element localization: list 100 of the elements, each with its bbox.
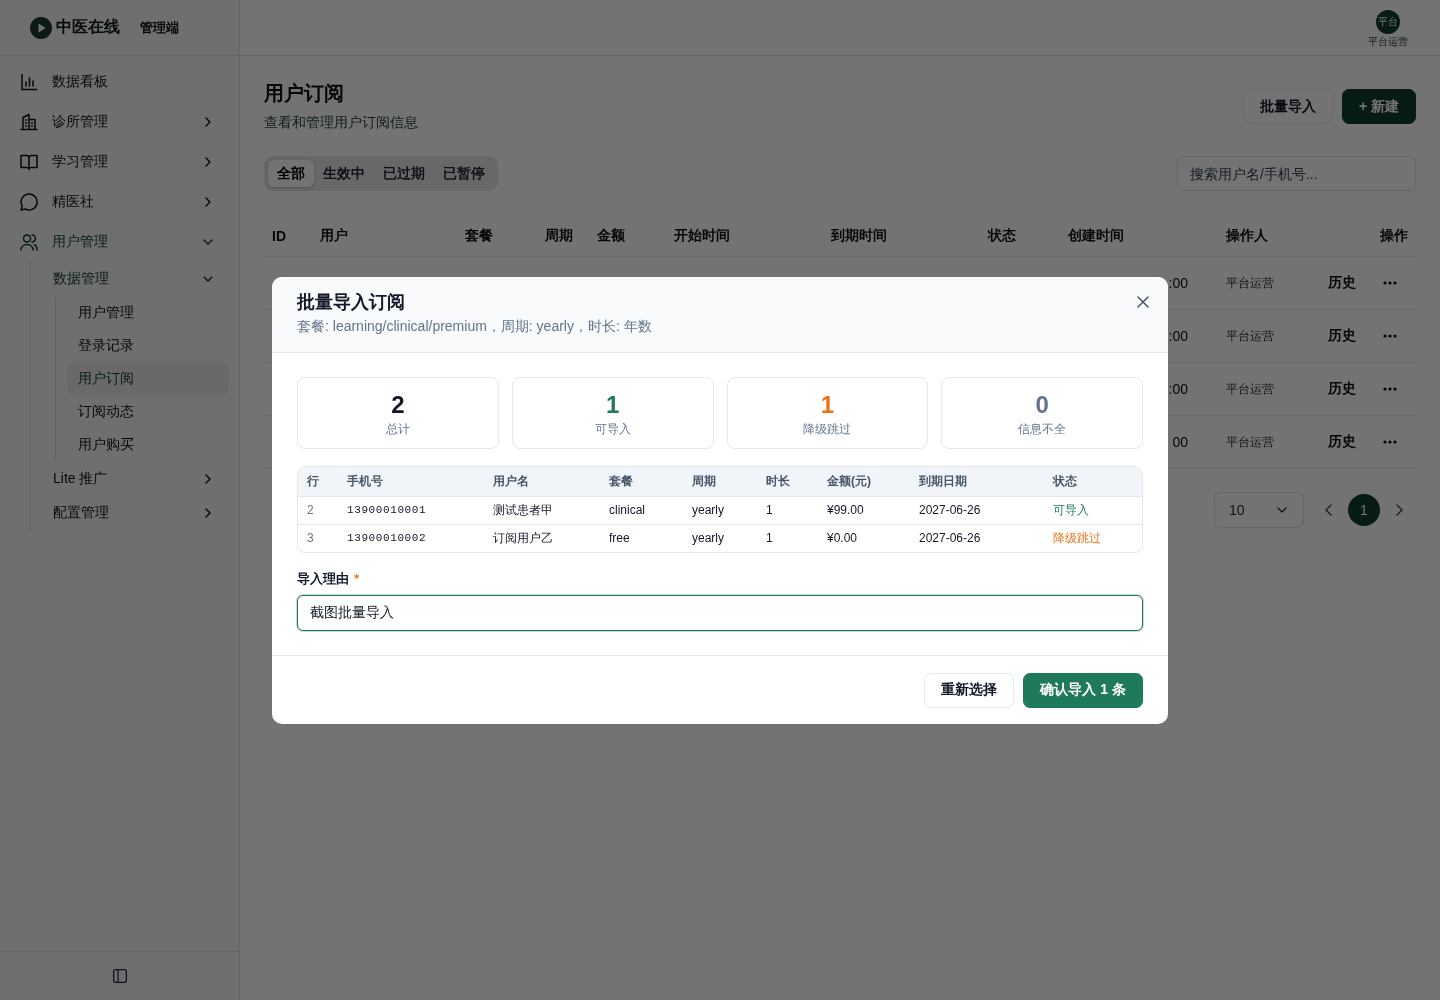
required-mark: * — [354, 569, 360, 588]
previous-page-icon[interactable] — [1324, 504, 1332, 516]
user-name: 平台运营 — [1368, 34, 1408, 48]
reason-input[interactable]: 截图批量导入 — [297, 594, 1143, 631]
table-cell: 平台运营 — [1226, 327, 1274, 345]
submenu-item[interactable]: 数据管理 — [31, 262, 239, 296]
table-cell: :00 — [1168, 275, 1188, 291]
submenu-item[interactable]: 订阅动态 — [67, 396, 229, 428]
confirm-button[interactable]: 确认导入 1 条 — [1023, 672, 1143, 708]
sidebar-toggle-icon[interactable] — [112, 969, 127, 983]
dialog-subtitle: 套餐: learning/clinical/premium，周期: yearly，时长: 年数 — [297, 316, 653, 336]
sidebar-item[interactable]: 学习管理 — [0, 142, 239, 182]
table-cell: ¥0.00 — [827, 531, 858, 545]
more-icon[interactable] — [1383, 334, 1397, 338]
filter-tab[interactable]: 生效中 — [314, 160, 374, 187]
table-cell: 平台运营 — [1226, 380, 1274, 398]
table-cell: 2027-06-26 — [919, 503, 981, 517]
filter-tab[interactable]: 全部 — [268, 160, 314, 187]
column-header: 开始时间 — [674, 227, 730, 245]
history-link[interactable]: 历史 — [1328, 433, 1356, 451]
history-link[interactable]: 历史 — [1328, 274, 1356, 292]
column-header: 操作 — [1380, 227, 1408, 245]
stat-label: 降级跳过 — [803, 420, 852, 437]
chat-bubble-icon — [20, 193, 38, 211]
sidebar-item[interactable]: 诊所管理 — [0, 102, 239, 142]
submenu-item[interactable]: 用户管理 — [67, 297, 229, 329]
table-cell: ¥99.00 — [827, 503, 864, 517]
stat-value: 1 — [820, 389, 835, 420]
table-cell: 13900010002 — [347, 532, 427, 544]
users-icon — [20, 233, 38, 251]
column-header: 手机号 — [347, 472, 383, 490]
column-header: 用户名 — [493, 472, 529, 490]
status-label: 可导入 — [1053, 501, 1089, 519]
import-button[interactable]: 批量导入 — [1242, 89, 1333, 124]
stat-value: 2 — [391, 389, 405, 420]
column-header: 金额(元) — [827, 472, 871, 490]
filter-tab[interactable]: 已过期 — [374, 160, 434, 187]
stat-value: 0 — [1035, 389, 1049, 420]
column-header: ID — [272, 228, 286, 244]
more-icon[interactable] — [1383, 281, 1397, 285]
column-header: 周期 — [692, 472, 716, 490]
page-title: 用户订阅 — [264, 81, 345, 106]
field-label: 导入理由 — [297, 569, 349, 588]
submenu-item[interactable]: 登录记录 — [67, 330, 229, 362]
table-cell: 13900010001 — [347, 504, 427, 516]
table-cell: yearly — [692, 531, 724, 545]
table-cell: 订阅用户乙 — [493, 529, 553, 547]
submenu-item[interactable]: 配置管理 — [31, 496, 239, 530]
column-header: 周期 — [545, 227, 573, 245]
more-icon[interactable] — [1383, 440, 1397, 444]
table-cell: yearly — [692, 503, 724, 517]
table-cell: 00 — [1172, 434, 1188, 450]
table-cell: free — [609, 531, 630, 545]
filter-tab[interactable]: 已暂停 — [434, 160, 494, 187]
column-header: 时长 — [766, 472, 790, 490]
dialog-title: 批量导入订阅 — [297, 290, 406, 314]
table-cell: 平台运营 — [1226, 433, 1274, 451]
column-header: 套餐 — [465, 227, 493, 245]
page-subtitle: 查看和管理用户订阅信息 — [264, 113, 418, 132]
page-size-select[interactable]: 10 — [1214, 492, 1304, 528]
bar-chart-icon — [20, 73, 38, 91]
reselect-button[interactable]: 重新选择 — [924, 672, 1015, 708]
search-field[interactable]: 搜索用户名/手机号... — [1177, 156, 1416, 191]
table-cell: 1 — [766, 503, 773, 517]
submenu-item[interactable]: 用户订阅 — [67, 363, 229, 395]
column-header: 行 — [307, 472, 319, 490]
table-cell: 测试患者甲 — [493, 501, 553, 519]
user-avatar[interactable]: 平台 — [1376, 9, 1400, 34]
table-cell: 3 — [307, 531, 314, 545]
column-header: 操作人 — [1226, 227, 1268, 245]
history-link[interactable]: 历史 — [1328, 380, 1356, 398]
table-cell: 2027-06-26 — [919, 531, 981, 545]
submenu-item[interactable]: Lite 推广 — [31, 462, 239, 496]
brand-subtitle: 管理端 — [140, 18, 179, 37]
sidebar-item[interactable]: 精医社 — [0, 182, 239, 222]
stat-label: 可导入 — [594, 420, 631, 437]
history-link[interactable]: 历史 — [1328, 327, 1356, 345]
table-cell: clinical — [609, 503, 645, 517]
more-icon[interactable] — [1383, 387, 1397, 391]
page-button[interactable]: 1 — [1348, 494, 1380, 526]
table-cell: 平台运营 — [1226, 274, 1274, 292]
next-page-icon[interactable] — [1396, 504, 1404, 516]
brand-name: 中医在线 — [56, 17, 120, 37]
close-icon[interactable] — [1137, 295, 1149, 308]
create-button[interactable]: + 新建 — [1341, 89, 1416, 124]
building-icon — [20, 113, 38, 131]
column-header: 套餐 — [609, 472, 633, 490]
open-book-icon — [20, 153, 38, 171]
column-header: 状态 — [988, 227, 1016, 245]
submenu-item[interactable]: 用户购买 — [67, 429, 229, 461]
play-circle-icon — [30, 16, 52, 39]
sidebar-item[interactable]: 数据看板 — [0, 62, 239, 102]
chevron-down-icon — [1277, 507, 1287, 513]
table-cell: :00 — [1168, 328, 1188, 344]
table-cell: :00 — [1168, 381, 1188, 397]
table-cell: 1 — [766, 531, 773, 545]
stat-label: 总计 — [385, 420, 410, 437]
sidebar-item[interactable]: 用户管理 — [0, 222, 239, 262]
column-header: 状态 — [1053, 472, 1077, 490]
column-header: 金额 — [597, 227, 625, 245]
